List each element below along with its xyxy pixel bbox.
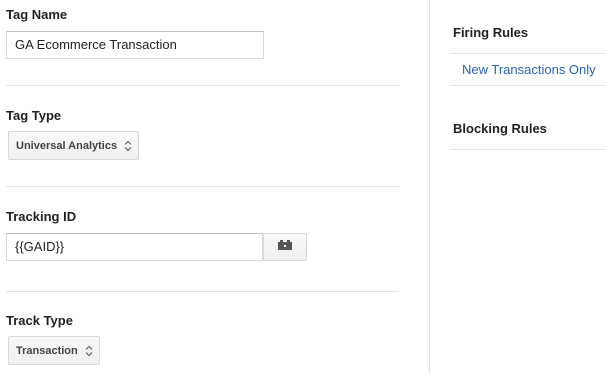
tag-config-panel: Tag Name GA Ecommerce Transaction Tag Ty… [0, 0, 400, 373]
track-type-section: Track Type [6, 313, 73, 329]
tag-type-section: Tag Type [6, 108, 61, 124]
firing-rules-title: Firing Rules [453, 25, 529, 40]
section-divider [6, 291, 399, 292]
track-type-selected: Transaction [16, 344, 78, 357]
firing-rule-new-transactions-only[interactable]: New Transactions Only [462, 62, 596, 78]
track-type-select[interactable]: Transaction [8, 336, 100, 365]
tag-type-selected: Universal Analytics [16, 139, 118, 152]
variable-picker-icon [277, 238, 293, 256]
tracking-id-input[interactable]: {{GAID}} [6, 233, 263, 261]
track-type-label: Track Type [6, 313, 73, 328]
tag-type-select[interactable]: Universal Analytics [8, 131, 140, 160]
updown-caret-icon [124, 140, 132, 152]
rules-divider [450, 53, 606, 54]
tag-type-label: Tag Type [6, 108, 62, 123]
rules-divider [450, 149, 606, 150]
blocking-rules-title: Blocking Rules [453, 121, 547, 136]
tracking-id-label: Tracking ID [6, 209, 77, 224]
section-divider [6, 85, 399, 86]
tag-name-section: Tag Name [6, 7, 67, 23]
section-divider [6, 186, 399, 187]
tag-name-input[interactable]: GA Ecommerce Transaction [6, 31, 264, 59]
tracking-id-section: Tracking ID [6, 209, 76, 225]
rules-divider [450, 85, 606, 86]
variable-picker-button[interactable] [263, 233, 307, 261]
column-separator [429, 0, 430, 373]
tag-name-label: Tag Name [6, 7, 68, 22]
updown-caret-icon [85, 345, 93, 357]
tag-editor: Tag Name GA Ecommerce Transaction Tag Ty… [0, 0, 606, 373]
